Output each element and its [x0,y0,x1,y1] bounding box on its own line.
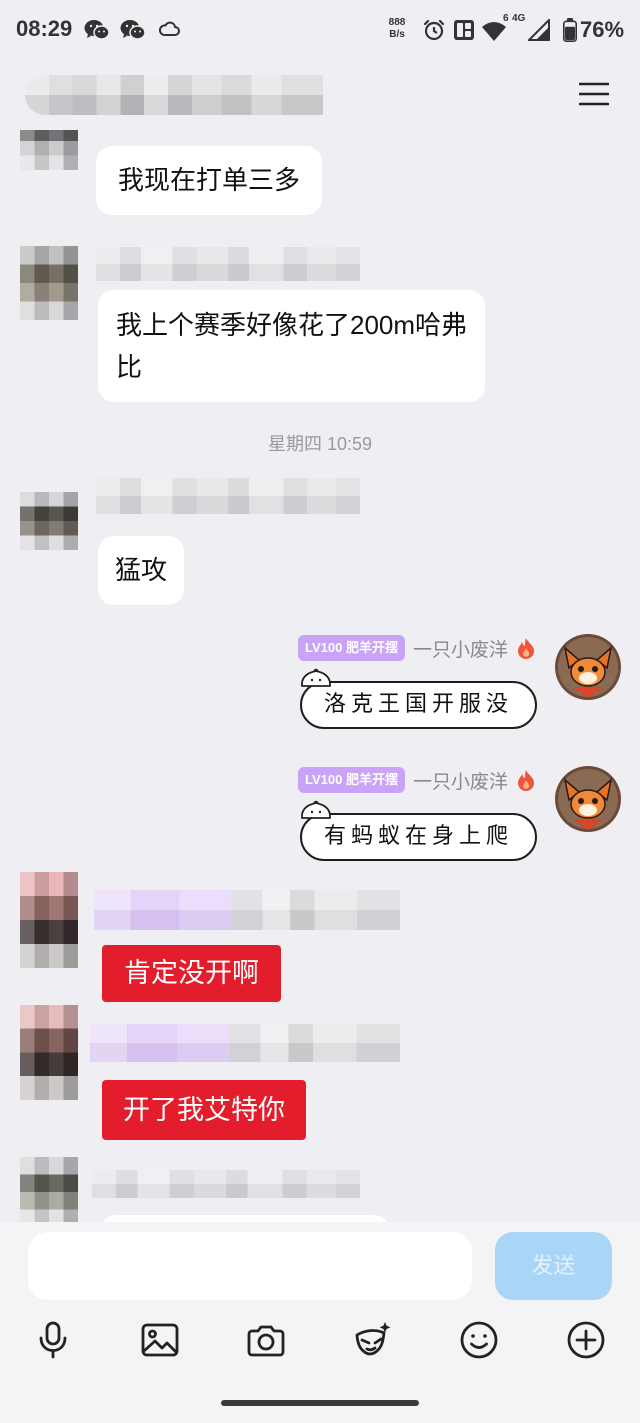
image-icon[interactable] [140,1320,180,1360]
flame-icon [518,638,534,659]
hamburger-menu-icon[interactable] [578,81,610,107]
message-bubble[interactable]: 开了我艾特你 [102,1080,306,1140]
network-speed: 888 B/s [385,17,409,41]
avatar[interactable] [20,1005,78,1100]
dual-sim-icon [453,18,475,47]
network-speed-value: 888 [388,17,406,28]
sender-name: 一只小废洋 [412,639,508,661]
face-mask-icon[interactable] [352,1320,392,1360]
message-bubble[interactable]: 猛攻 [98,536,185,605]
sender-info: LV100 肥羊开摆 一只小废洋 [298,634,536,662]
message-bubble[interactable]: 我上个赛季好像花了200m哈弗 比 [98,290,486,402]
network-type: 4G [512,13,526,24]
message-input[interactable] [28,1232,472,1300]
message-text: 我现在打单三多 [118,165,301,195]
message-bubble[interactable]: 我现在打单三多 [96,146,323,215]
plus-icon[interactable] [566,1320,606,1360]
cloud-icon [158,20,180,43]
avatar[interactable] [20,1157,78,1227]
avatar[interactable] [20,872,78,968]
time-divider: 星期四 10:59 [267,434,373,454]
message-text: 比 [116,352,143,382]
sender-info: LV100 肥羊开摆 一只小废洋 [298,766,536,794]
wifi-generation: 6 [503,13,509,24]
message-text: 开了我艾特你 [123,1095,285,1125]
status-time: 08:29 [16,16,73,41]
message-text: 洛克王国开服没 [323,692,513,717]
level-badge: LV100 肥羊开摆 [298,767,405,793]
message-text: 有蚂蚁在身上爬 [323,824,513,849]
avatar[interactable] [20,492,78,550]
sender-name-blurred [92,1170,360,1198]
sender-name-blurred [94,890,400,930]
battery-percent: 76% [580,17,625,42]
send-button-label: 发送 [531,1253,576,1278]
avatar[interactable] [20,246,78,320]
battery-icon [563,18,577,47]
chat-header [0,60,640,130]
network-speed-unit: B/s [389,29,405,40]
signal-icon [526,17,550,46]
sender-name-blurred [96,478,360,514]
microphone-icon[interactable] [33,1320,73,1360]
wechat-icon [84,19,110,46]
chat-title-blurred [25,75,323,115]
avatar[interactable] [555,634,621,700]
flame-icon [518,770,534,791]
message-text: 猛攻 [115,555,168,585]
home-indicator[interactable] [221,1400,419,1406]
wechat-icon [120,19,146,46]
composer-panel: 发送 [0,1222,640,1423]
message-bubble[interactable]: 洛克王国开服没 [299,681,537,729]
avatar[interactable] [555,766,621,832]
camera-icon[interactable] [246,1320,286,1360]
bun-sticker-icon [301,668,331,687]
sender-name-blurred [90,1024,400,1062]
smiley-icon[interactable] [459,1320,499,1360]
alarm-icon [422,18,446,47]
message-bubble[interactable]: 肯定没开啊 [102,945,281,1002]
sender-name-blurred [96,247,360,281]
battery-fill [565,26,575,40]
message-text: 我上个赛季好像花了200m哈弗 [116,310,468,340]
bun-sticker-icon [301,800,331,819]
level-badge: LV100 肥羊开摆 [298,635,405,661]
sender-name: 一只小废洋 [412,771,508,793]
message-bubble[interactable]: 有蚂蚁在身上爬 [299,813,537,861]
status-bar: 08:29 888 B/s 6 4G 76% [0,0,640,60]
wifi-icon [481,20,507,47]
send-button[interactable]: 发送 [495,1232,612,1300]
message-text: 肯定没开啊 [124,958,259,988]
